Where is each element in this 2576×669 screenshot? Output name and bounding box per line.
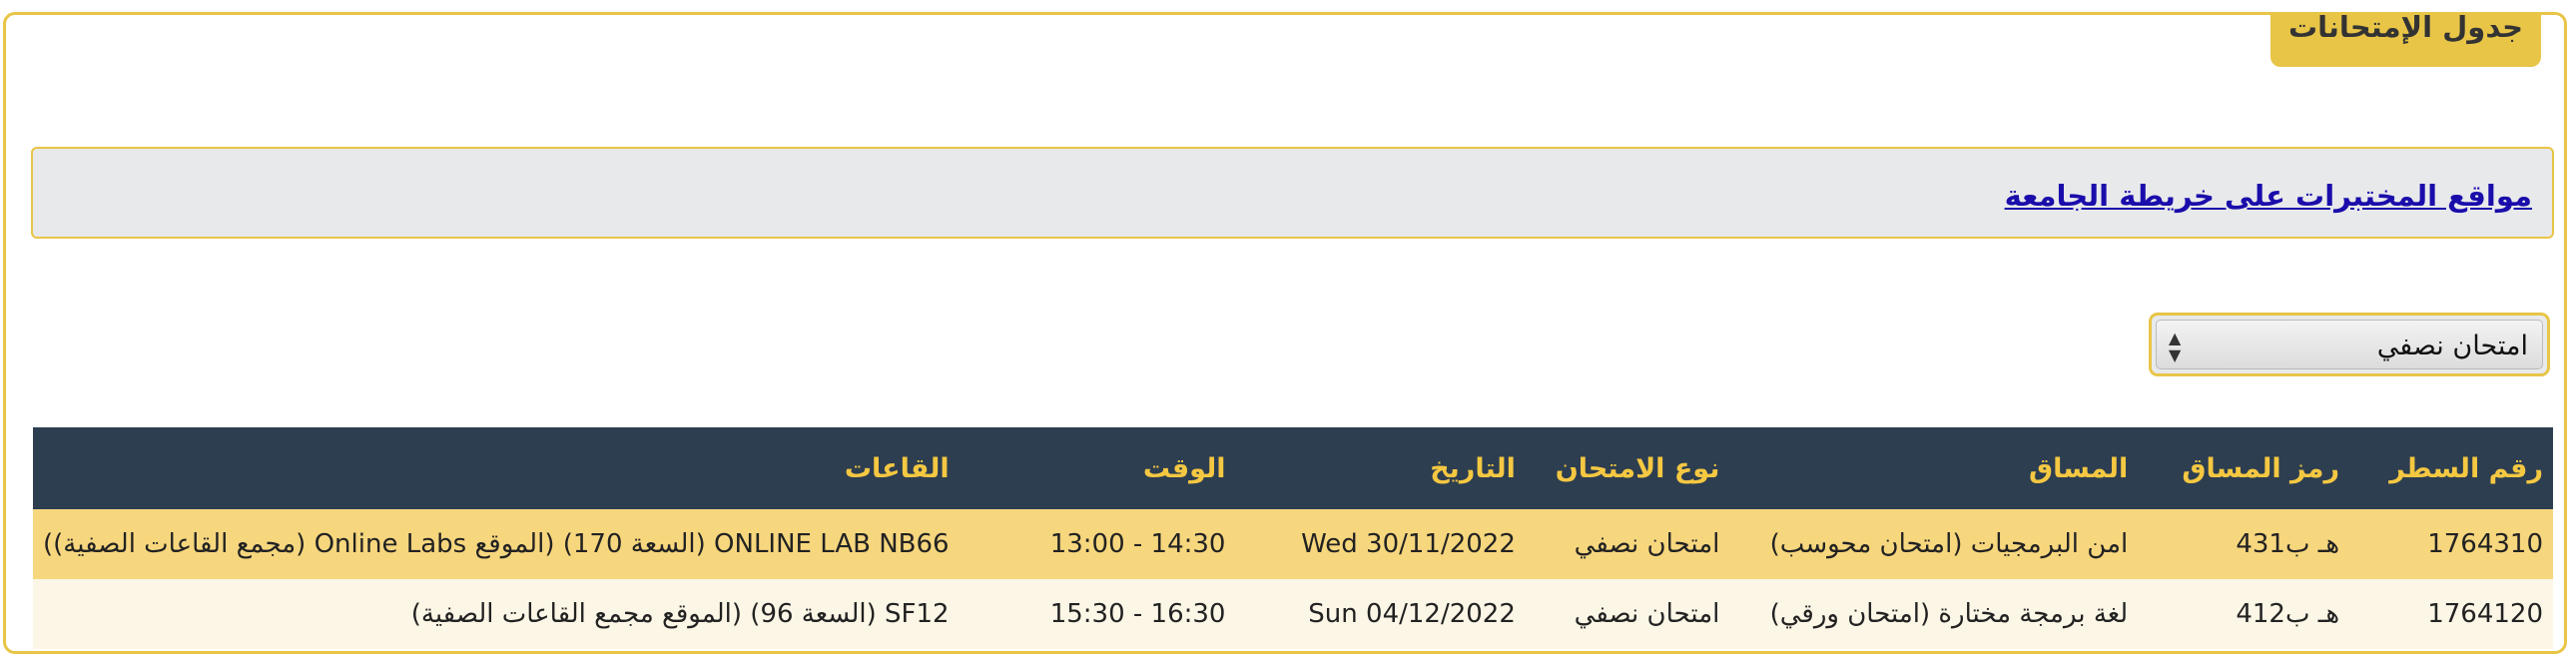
date-value: Sun 04/12/2022: [1308, 599, 1516, 629]
header-course-code: رمز المساق: [2138, 427, 2350, 509]
cell-course: امن البرمجيات (امتحان محوسب): [1729, 509, 2139, 579]
table-row: 1764120 هـ ب412 لغة برمجة مختارة (امتحان…: [33, 579, 2553, 649]
cell-course: لغة برمجة مختارة (امتحان ورقي): [1729, 579, 2139, 649]
header-course: المساق: [1729, 427, 2139, 509]
cell-time: 13:00 - 14:30: [959, 509, 1236, 579]
cell-course-code: هـ ب431: [2138, 509, 2350, 579]
cell-rooms: ONLINE LAB NB66 (السعة 170) (الموقع Onli…: [33, 509, 960, 579]
header-date: التاريخ: [1235, 427, 1526, 509]
exam-type-select[interactable]: امتحان نصفي ▲ ▼: [2149, 313, 2550, 376]
header-rooms: القاعات: [33, 427, 960, 509]
date-value: Wed 30/11/2022: [1301, 529, 1516, 559]
cell-rooms: SF12 (السعة 96) (الموقع مجمع القاعات الص…: [33, 579, 960, 649]
cell-date: Wed 30/11/2022: [1235, 509, 1526, 579]
time-value: 13:00 - 14:30: [1049, 529, 1226, 559]
table-header-row: رقم السطر رمز المساق المساق نوع الامتحان…: [33, 427, 2553, 509]
exam-table: رقم السطر رمز المساق المساق نوع الامتحان…: [33, 427, 2553, 649]
time-value: 15:30 - 16:30: [1049, 599, 1226, 629]
cell-exam-type: امتحان نصفي: [1525, 579, 1730, 649]
panel-title: جدول الإمتحانات: [2270, 13, 2541, 67]
exam-type-selected: امتحان نصفي: [2376, 331, 2528, 361]
cell-course-code: هـ ب412: [2138, 579, 2350, 649]
header-time: الوقت: [959, 427, 1236, 509]
cell-time: 15:30 - 16:30: [959, 579, 1236, 649]
cell-row-number: 1764120: [2349, 579, 2553, 649]
table-row: 1764310 هـ ب431 امن البرمجيات (امتحان مح…: [33, 509, 2553, 579]
exam-type-select-control[interactable]: امتحان نصفي ▲ ▼: [2156, 320, 2543, 369]
select-arrows-icon: ▲ ▼: [2169, 329, 2182, 364]
header-exam-type: نوع الامتحان: [1525, 427, 1730, 509]
cell-exam-type: امتحان نصفي: [1525, 509, 1730, 579]
map-link-box: مواقع المختبرات على خريطة الجامعة: [31, 147, 2554, 239]
exam-schedule-panel: جدول الإمتحانات مواقع المختبرات على خريط…: [3, 12, 2567, 654]
cell-row-number: 1764310: [2349, 509, 2553, 579]
header-row-number: رقم السطر: [2349, 427, 2553, 509]
cell-date: Sun 04/12/2022: [1235, 579, 1526, 649]
lab-map-link[interactable]: مواقع المختبرات على خريطة الجامعة: [2005, 179, 2532, 213]
